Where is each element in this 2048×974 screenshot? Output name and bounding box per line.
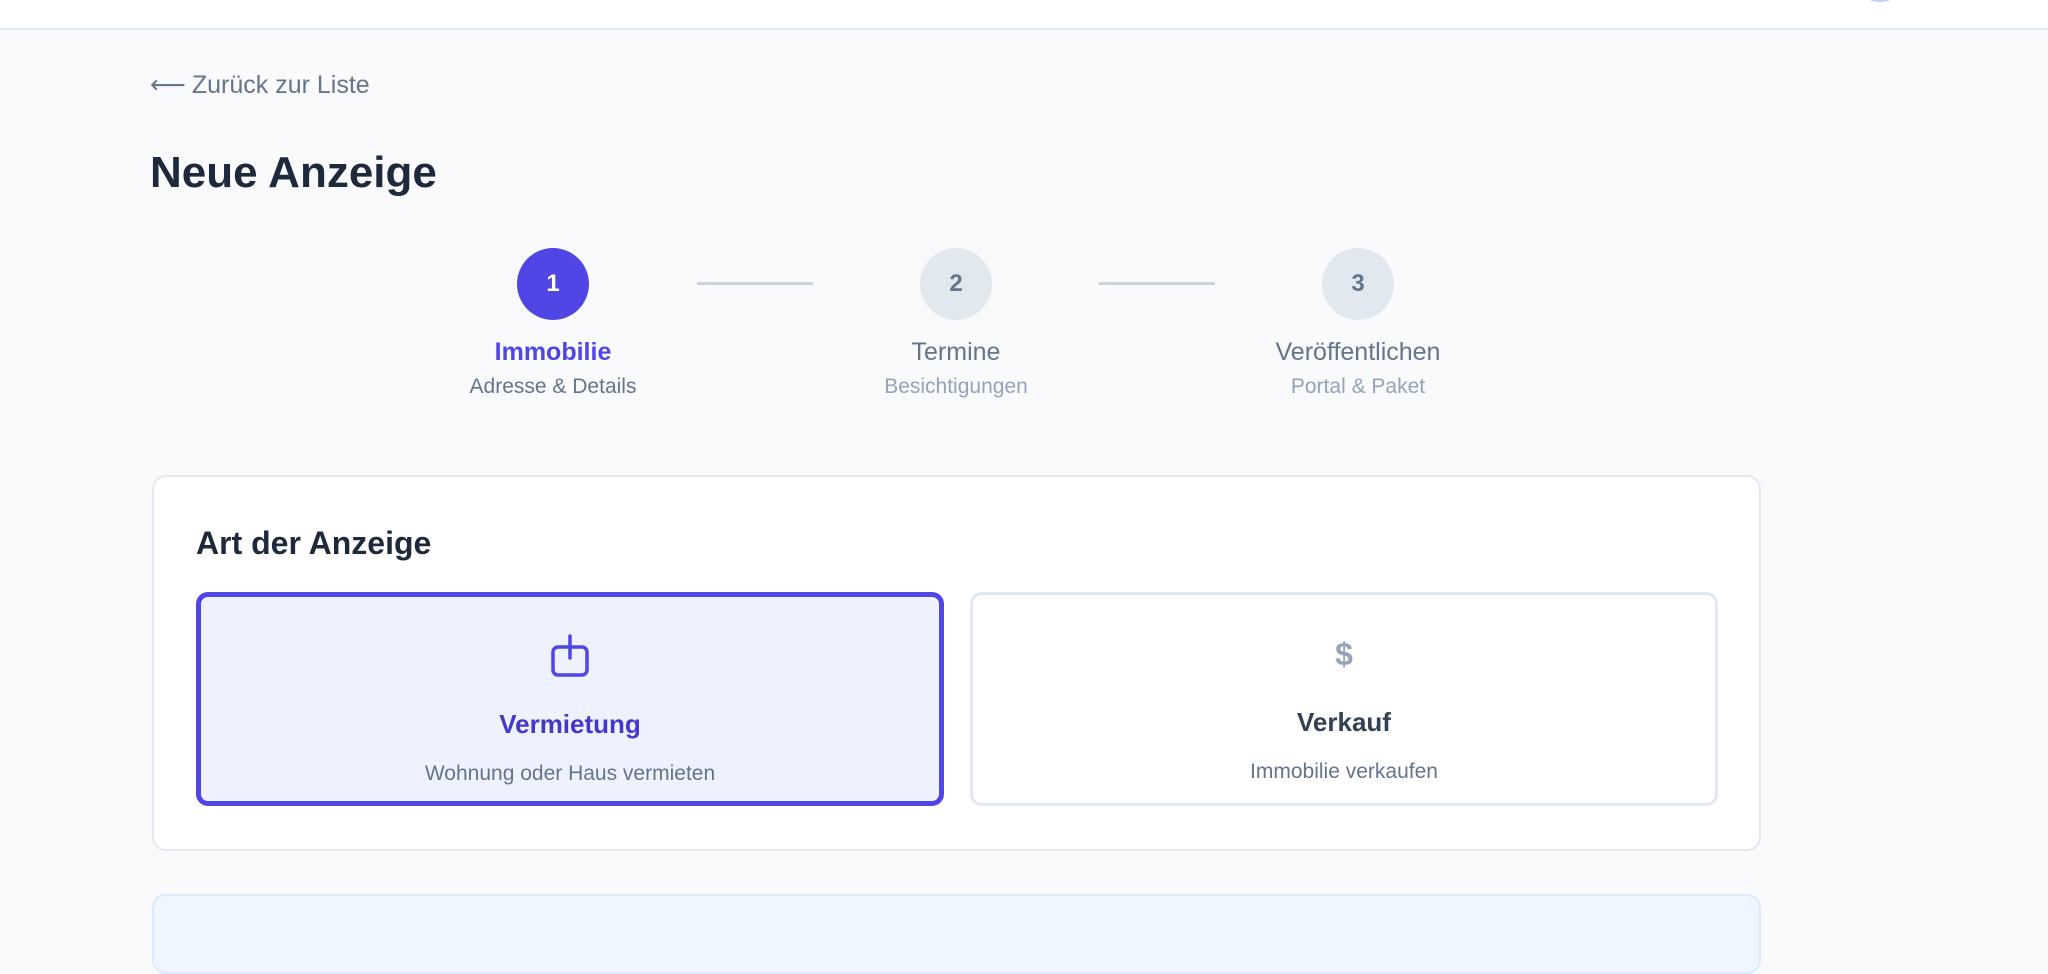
page-title: Neue Anzeige xyxy=(150,148,437,197)
step-label: Termine xyxy=(911,338,1001,366)
option-description: Wohnung oder Haus vermieten xyxy=(424,762,716,785)
step-veroeffentlichen[interactable]: 3 Veröffentlichen Portal & Paket xyxy=(1228,248,1488,399)
option-title: Vermietung xyxy=(499,709,641,739)
card-title: Art der Anzeige xyxy=(196,525,432,561)
step-number-badge: 2 xyxy=(920,248,992,320)
step-label: Veröffentlichen xyxy=(1275,338,1441,366)
dollar-icon: $ xyxy=(1335,635,1353,672)
rent-box-icon xyxy=(551,634,589,677)
arrow-left-icon: ⟵ xyxy=(150,71,186,99)
step-label: Immobilie xyxy=(494,338,612,366)
info-panel xyxy=(152,894,1761,974)
listing-type-card: Art der Anzeige Vermietung Wohnung oder … xyxy=(152,475,1761,851)
step-termine[interactable]: 2 Termine Besichtigungen xyxy=(826,248,1086,399)
step-immobilie[interactable]: 1 Immobilie Adresse & Details xyxy=(423,248,683,399)
option-title: Verkauf xyxy=(1297,707,1391,737)
step-sublabel: Portal & Paket xyxy=(1290,375,1426,398)
step-connector xyxy=(697,282,813,285)
option-verkauf[interactable]: $ Verkauf Immobilie verkaufen xyxy=(970,592,1718,806)
option-vermietung[interactable]: Vermietung Wohnung oder Haus vermieten xyxy=(196,592,944,806)
back-link-label: Zurück zur Liste xyxy=(191,71,370,99)
step-number-badge: 1 xyxy=(517,248,589,320)
back-to-list-link[interactable]: ⟵ Zurück zur Liste xyxy=(150,70,370,100)
step-connector xyxy=(1099,282,1215,285)
step-number-badge: 3 xyxy=(1322,248,1394,320)
option-description: Immobilie verkaufen xyxy=(1250,760,1438,783)
step-sublabel: Besichtigungen xyxy=(884,375,1028,398)
avatar[interactable] xyxy=(1862,0,1898,2)
top-navigation-bar xyxy=(0,0,2048,30)
step-sublabel: Adresse & Details xyxy=(469,375,637,398)
